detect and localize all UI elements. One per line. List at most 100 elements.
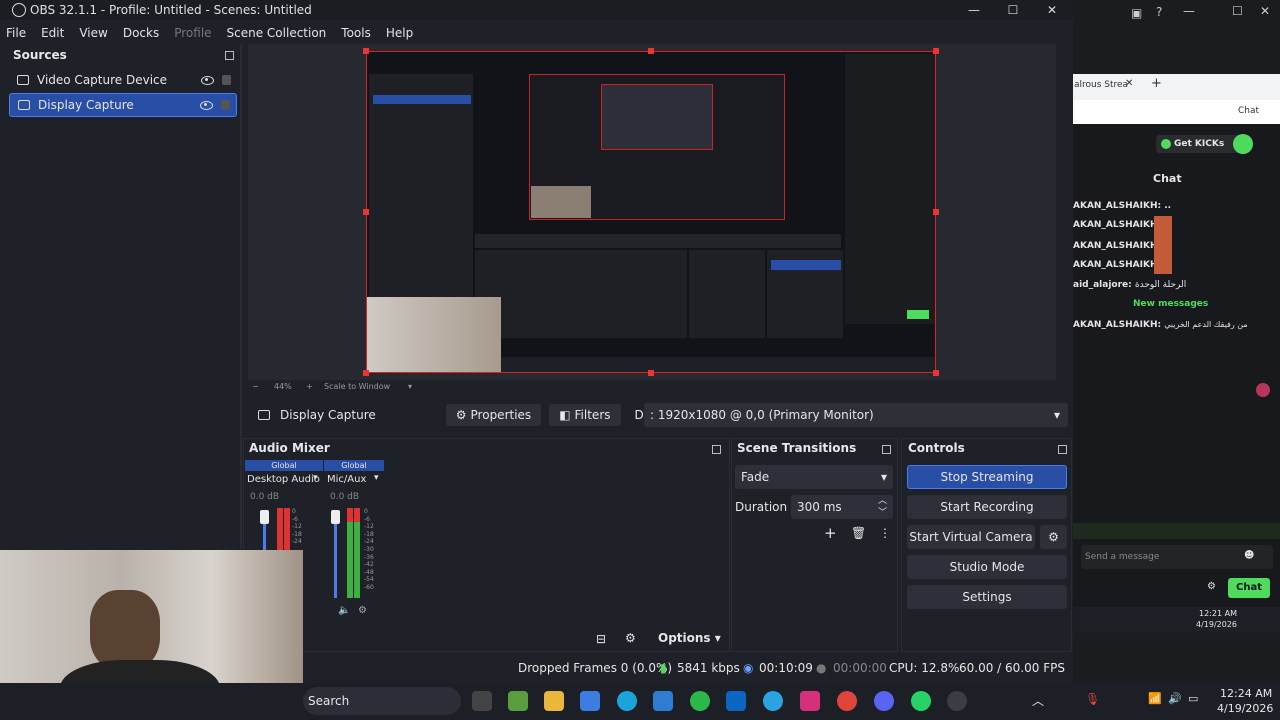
close-button[interactable]: ✕ <box>1041 2 1063 18</box>
menu-help[interactable]: Help <box>380 22 419 44</box>
maximize-button[interactable]: ☐ <box>1232 4 1243 18</box>
browser-window-icon[interactable]: ▣ <box>1131 6 1142 20</box>
resize-handle[interactable] <box>933 48 939 54</box>
start-recording-button[interactable]: Start Recording <box>907 495 1067 519</box>
controls-undock-icon[interactable] <box>1058 445 1067 454</box>
chat-settings-icon[interactable]: ⚙ <box>1207 581 1216 592</box>
studio-mode-button[interactable]: Studio Mode <box>907 555 1067 579</box>
start-virtual-camera-button[interactable]: Start Virtual Camera <box>907 525 1035 549</box>
whatsapp-icon[interactable] <box>911 691 931 711</box>
dock-splitter[interactable] <box>240 44 242 549</box>
upwork-icon[interactable] <box>690 691 710 711</box>
visibility-eye-icon[interactable] <box>200 100 213 110</box>
obs-taskbar-icon[interactable] <box>947 691 967 711</box>
chevron-up-icon[interactable]: ︿ <box>1032 692 1044 709</box>
tab-title[interactable]: alrous Strea <box>1074 80 1128 90</box>
resize-handle[interactable] <box>363 370 369 376</box>
desktop-audio-slider-track[interactable] <box>263 524 266 550</box>
stepper-down-icon[interactable]: ﹀ <box>878 501 887 525</box>
volume-icon[interactable]: 🔊 <box>1168 692 1182 705</box>
display-capture-preview[interactable] <box>366 51 936 373</box>
resize-handle[interactable] <box>363 48 369 54</box>
advanced-audio-icon[interactable]: ⚙ <box>625 631 636 645</box>
sources-undock-icon[interactable] <box>225 51 234 60</box>
linkedin-icon[interactable] <box>726 691 746 711</box>
lock-icon[interactable] <box>221 100 230 110</box>
vscode-icon[interactable] <box>653 691 673 711</box>
microphone-icon[interactable]: 🎙 <box>1085 692 1100 706</box>
mic-name[interactable]: Mic/Aux <box>327 474 366 485</box>
transition-select[interactable]: Fade ▾ <box>735 465 893 489</box>
close-button[interactable]: ✕ <box>1260 4 1270 18</box>
close-tab-icon[interactable]: ✕ <box>1125 78 1133 89</box>
menu-file[interactable]: File <box>0 22 32 44</box>
transitions-undock-icon[interactable] <box>882 445 891 454</box>
add-transition-icon[interactable]: + <box>824 524 837 542</box>
instagram-icon[interactable] <box>800 691 820 711</box>
store-icon[interactable] <box>580 691 600 711</box>
resize-handle[interactable] <box>933 370 939 376</box>
resize-handle[interactable] <box>648 370 654 376</box>
nvidia-icon[interactable] <box>508 691 528 711</box>
wifi-icon[interactable]: 📶 <box>1148 692 1162 705</box>
task-view-icon[interactable] <box>472 691 492 711</box>
options-button[interactable]: Options ▾ <box>658 631 721 645</box>
chrome-icon[interactable] <box>837 691 857 711</box>
new-tab-icon[interactable]: + <box>1151 76 1162 91</box>
trash-icon[interactable]: 🗑 <box>851 526 866 540</box>
file-explorer-icon[interactable] <box>544 691 564 711</box>
mixer-settings-icon[interactable]: ⚙ <box>358 605 367 616</box>
mic-slider[interactable] <box>331 510 340 524</box>
chevron-down-icon[interactable]: ▾ <box>374 473 379 483</box>
maximize-button[interactable]: ☐ <box>1002 2 1024 18</box>
minimize-button[interactable]: — <box>1183 4 1195 18</box>
chat-send-button[interactable]: Chat <box>1228 578 1270 598</box>
nested-tray: 12:21 AM 4/19/2026 <box>1073 607 1280 633</box>
audio-mixer-undock-icon[interactable] <box>712 445 721 454</box>
taskbar-search[interactable]: Search <box>303 687 461 715</box>
emote-bar[interactable] <box>1073 523 1280 539</box>
help-icon[interactable]: ? <box>1156 5 1162 19</box>
source-item-display-capture[interactable]: Display Capture <box>9 93 237 117</box>
taskbar-date[interactable]: 4/19/2026 <box>1217 702 1273 715</box>
scale-mode[interactable]: Scale to Window <box>324 382 390 391</box>
menu-profile[interactable]: Profile <box>168 22 217 44</box>
resize-handle[interactable] <box>363 209 369 215</box>
visibility-eye-icon[interactable] <box>201 75 214 85</box>
menu-tools[interactable]: Tools <box>335 22 377 44</box>
stop-streaming-button[interactable]: Stop Streaming <box>907 465 1067 489</box>
source-item-video-capture[interactable]: Video Capture Device <box>9 68 237 92</box>
discord-icon[interactable] <box>874 691 894 711</box>
emoji-icon[interactable]: ☻ <box>1244 550 1254 561</box>
battery-icon[interactable]: ▭ <box>1188 692 1198 705</box>
filters-button[interactable]: ◧ Filters <box>549 404 621 426</box>
virtual-camera-settings-icon[interactable]: ⚙ <box>1040 525 1067 549</box>
menu-docks[interactable]: Docks <box>117 22 165 44</box>
desktop-audio-name[interactable]: Desktop Audio <box>247 474 320 485</box>
resize-handle[interactable] <box>648 48 654 54</box>
menu-view[interactable]: View <box>73 22 113 44</box>
properties-button[interactable]: ⚙ Properties <box>445 404 542 426</box>
settings-button[interactable]: Settings <box>907 585 1067 609</box>
chevron-down-icon[interactable]: ▾ <box>408 382 412 391</box>
menu-scene-collection[interactable]: Scene Collection <box>221 22 333 44</box>
telegram-icon[interactable] <box>763 691 783 711</box>
mic-slider-track[interactable] <box>334 524 337 598</box>
zoom-out-icon[interactable]: − <box>252 382 259 391</box>
desktop-audio-slider[interactable] <box>260 510 269 524</box>
mixer-layout-icon[interactable]: ⊟ <box>596 632 606 646</box>
chat-extension-label[interactable]: Chat <box>1238 106 1259 116</box>
more-vertical-icon[interactable]: ⋮ <box>879 526 891 540</box>
menu-edit[interactable]: Edit <box>35 22 70 44</box>
duration-input[interactable]: 300 ms ︿ ﹀ <box>791 495 893 519</box>
chevron-down-icon[interactable]: ▾ <box>313 473 318 483</box>
zoom-in-icon[interactable]: + <box>306 382 313 391</box>
taskbar-time[interactable]: 12:24 AM <box>1220 687 1272 700</box>
speaker-icon[interactable]: 🔈 <box>338 605 350 616</box>
resize-handle[interactable] <box>933 209 939 215</box>
edge-icon[interactable] <box>617 691 637 711</box>
lock-icon[interactable] <box>222 75 231 85</box>
display-select[interactable]: : 1920x1080 @ 0,0 (Primary Monitor) ▾ <box>644 403 1068 427</box>
avatar[interactable] <box>1233 134 1253 154</box>
minimize-button[interactable]: — <box>963 2 985 18</box>
